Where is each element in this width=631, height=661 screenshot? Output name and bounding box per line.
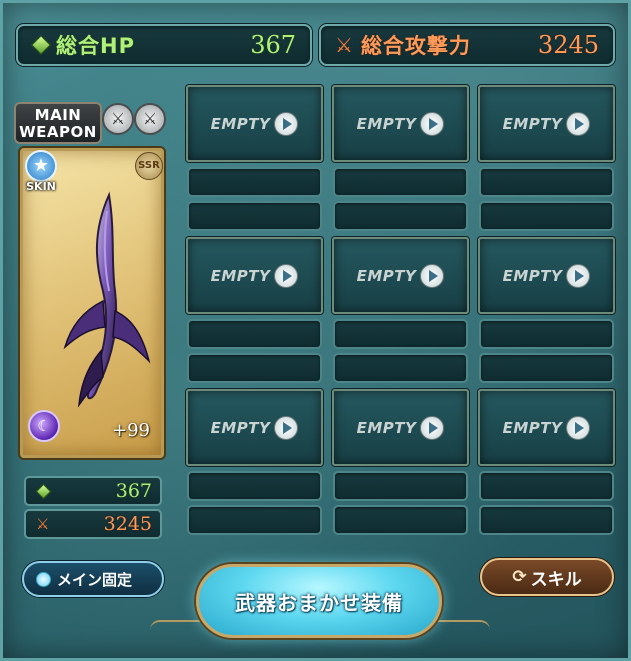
play-icon: [566, 415, 591, 440]
slot-8-attack: [333, 505, 468, 535]
main-weapon-attack-value: 3245: [103, 513, 152, 535]
total-hp-value: 367: [250, 31, 296, 59]
sword-type-icon-2: ⚔: [134, 103, 166, 135]
weapon-slot-8[interactable]: EMPTY: [332, 389, 469, 466]
slot-9-hp: [479, 471, 614, 501]
weapon-slot-1[interactable]: EMPTY: [186, 85, 323, 162]
main-weapon-label-line2: WEAPON: [19, 123, 97, 141]
main-weapon-label-line1: MAIN: [34, 106, 82, 124]
play-icon: [420, 111, 445, 136]
star-icon: ★: [25, 150, 57, 182]
empty-label: EMPTY: [502, 114, 563, 133]
empty-label: EMPTY: [356, 418, 417, 437]
weapon-slot-6[interactable]: EMPTY: [478, 237, 615, 314]
slot-8-hp: [333, 471, 468, 501]
hp-gem-icon: [35, 483, 52, 499]
empty-label: EMPTY: [210, 266, 271, 285]
weapon-slot-9[interactable]: EMPTY: [478, 389, 615, 466]
slot-4-attack: [187, 353, 322, 383]
weapon-slot-7[interactable]: EMPTY: [186, 389, 323, 466]
plus-level: +99: [112, 420, 150, 441]
slot-3-hp: [479, 167, 614, 197]
slot-1-attack: [187, 201, 322, 231]
play-icon: [420, 415, 445, 440]
skin-badge[interactable]: ★ SKIN: [22, 150, 60, 196]
slot-5-attack: [333, 353, 468, 383]
empty-label: EMPTY: [356, 114, 417, 133]
skill-label: スキル: [530, 569, 582, 590]
slot-5-hp: [333, 319, 468, 349]
total-attack-bar: ⚔ 総合攻撃力 3245: [319, 24, 615, 66]
sword-icon: ⚔: [335, 33, 353, 57]
empty-label: EMPTY: [210, 114, 271, 133]
ornament-left: [150, 620, 210, 640]
total-attack-label: 総合攻撃力: [360, 34, 471, 58]
auto-equip-button[interactable]: 武器おまかせ装備: [196, 564, 442, 638]
empty-label: EMPTY: [502, 266, 563, 285]
empty-label: EMPTY: [356, 266, 417, 285]
ornament-right: [430, 620, 490, 640]
slot-1-hp: [187, 167, 322, 197]
total-hp-bar: 総合HP 367: [16, 24, 312, 66]
main-fixed-toggle[interactable]: メイン固定: [22, 561, 164, 597]
play-icon: [420, 263, 445, 288]
rarity-badge: SSR: [135, 152, 163, 180]
slot-2-hp: [333, 167, 468, 197]
main-weapon-label: MAIN WEAPON: [14, 102, 102, 144]
slot-9-attack: [479, 505, 614, 535]
slot-4-hp: [187, 319, 322, 349]
sword-type-icon: ⚔: [102, 103, 134, 135]
skin-label: SKIN: [26, 180, 56, 193]
play-icon: [274, 415, 299, 440]
total-hp-label: 総合HP: [56, 34, 135, 58]
weapon-slot-5[interactable]: EMPTY: [332, 237, 469, 314]
play-icon: [566, 111, 591, 136]
weapon-slot-4[interactable]: EMPTY: [186, 237, 323, 314]
slot-6-attack: [479, 353, 614, 383]
hp-gem-icon: [31, 35, 51, 55]
skill-button[interactable]: ⟳ スキル: [480, 558, 614, 596]
weapon-slot-2[interactable]: EMPTY: [332, 85, 469, 162]
main-weapon-hp: 367: [24, 476, 162, 506]
play-icon: [566, 263, 591, 288]
main-weapon-attack: ⚔ 3245: [24, 509, 162, 539]
sword-icon: ⚔: [36, 515, 50, 533]
slot-7-hp: [187, 471, 322, 501]
dark-element-icon: ☾: [28, 410, 60, 442]
main-fixed-label: メイン固定: [57, 570, 133, 589]
toggle-dot-icon: [36, 571, 51, 587]
total-attack-value: 3245: [537, 31, 599, 59]
main-weapon-hp-value: 367: [115, 480, 152, 502]
slot-3-attack: [479, 201, 614, 231]
slot-7-attack: [187, 505, 322, 535]
auto-equip-label: 武器おまかせ装備: [235, 590, 403, 615]
refresh-icon: ⟳: [512, 567, 527, 587]
empty-label: EMPTY: [502, 418, 563, 437]
weapon-slot-3[interactable]: EMPTY: [478, 85, 615, 162]
play-icon: [274, 111, 299, 136]
slot-6-hp: [479, 319, 614, 349]
empty-label: EMPTY: [210, 418, 271, 437]
play-icon: [274, 263, 299, 288]
slot-2-attack: [333, 201, 468, 231]
